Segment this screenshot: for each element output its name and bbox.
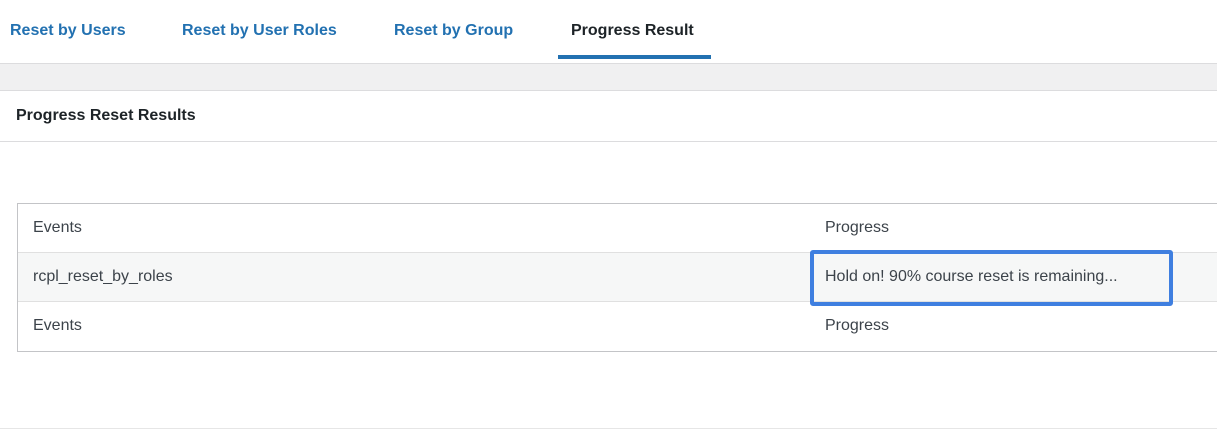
tab-bar: Reset by Users Reset by User Roles Reset… bbox=[0, 0, 1217, 64]
results-table: Events Progress rcpl_reset_by_roles Hold… bbox=[17, 203, 1217, 352]
tab-reset-by-users[interactable]: Reset by Users bbox=[10, 22, 126, 40]
section-title: Progress Reset Results bbox=[16, 107, 196, 124]
event-name-cell: rcpl_reset_by_roles bbox=[33, 268, 173, 285]
toolbar-band bbox=[0, 64, 1217, 91]
column-footer-events: Events bbox=[33, 317, 82, 334]
active-tab-indicator bbox=[558, 55, 711, 59]
table-header-row: Events Progress bbox=[18, 204, 1217, 253]
column-header-progress: Progress bbox=[825, 219, 890, 236]
tab-reset-by-group[interactable]: Reset by Group bbox=[394, 22, 513, 40]
progress-status-cell: Hold on! 90% course reset is remaining..… bbox=[825, 268, 1118, 285]
column-header-events: Events bbox=[33, 219, 82, 236]
table-footer-row: Events Progress bbox=[18, 302, 1217, 351]
table-row: rcpl_reset_by_roles Hold on! 90% course … bbox=[18, 253, 1217, 302]
section-header: Progress Reset Results bbox=[0, 91, 1217, 142]
column-footer-progress: Progress bbox=[825, 317, 890, 334]
tab-reset-by-user-roles[interactable]: Reset by User Roles bbox=[182, 22, 337, 40]
tab-progress-result[interactable]: Progress Result bbox=[571, 22, 694, 40]
page: Reset by Users Reset by User Roles Reset… bbox=[0, 0, 1217, 429]
